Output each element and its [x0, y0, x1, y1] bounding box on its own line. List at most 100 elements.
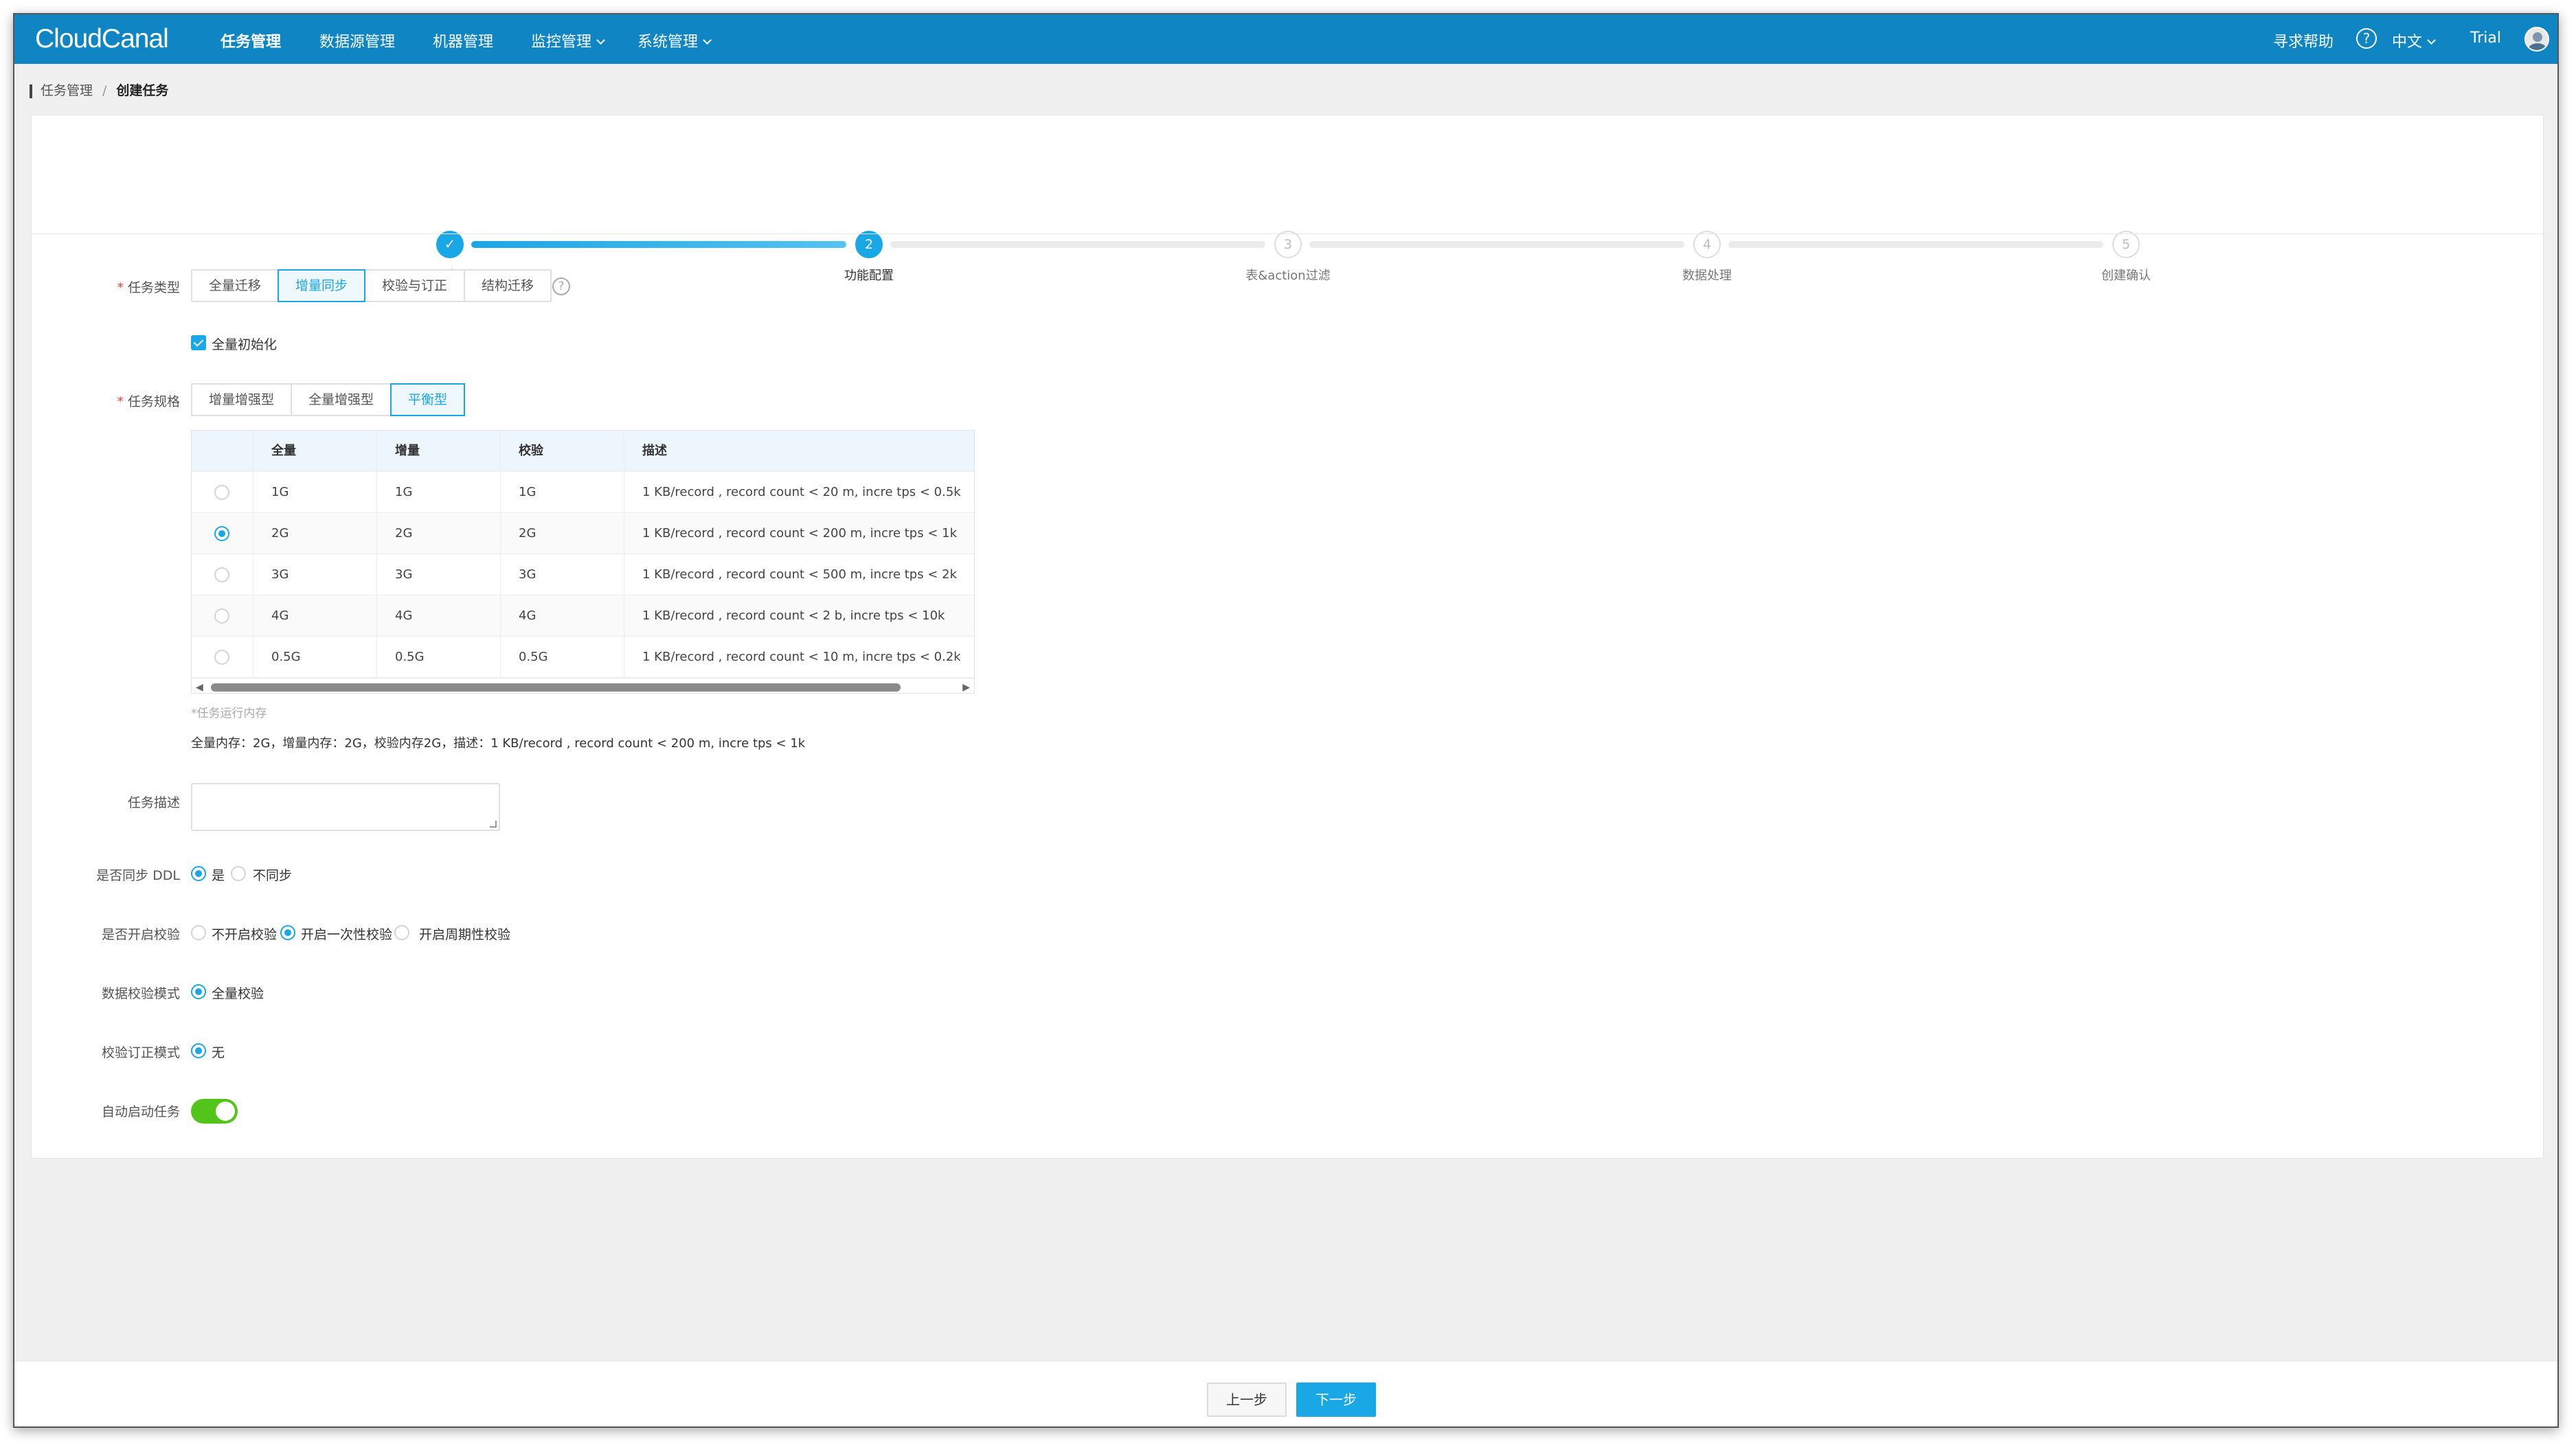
nav-item-monitor-management[interactable]: 监控管理: [531, 30, 605, 52]
question-circle-icon[interactable]: ?: [2356, 28, 2377, 49]
step-connector-3: [1309, 241, 1684, 248]
memory-hint: *任务运行内存: [191, 707, 267, 720]
task-type-option-incremental-sync[interactable]: 增量同步: [278, 269, 366, 302]
task-spec-option-balanced[interactable]: 平衡型: [390, 383, 466, 416]
cell-full: 3G: [253, 554, 377, 595]
table-row[interactable]: 2G 2G 2G 1 KB/record , record count < 20…: [192, 513, 974, 554]
table-row[interactable]: 4G 4G 4G 1 KB/record , record count < 2 …: [192, 595, 974, 637]
task-spec-option-incremental-enhanced[interactable]: 增量增强型: [191, 383, 293, 416]
nav-item-machine-management[interactable]: 机器管理: [433, 30, 493, 52]
revise-none-radio[interactable]: [191, 1043, 206, 1058]
task-spec-table: 全量 增量 校验 描述 1G 1G 1G 1 KB/record , recor…: [191, 430, 975, 694]
step-5-label: 创建确认: [2101, 269, 2151, 283]
full-init-checkbox[interactable]: [191, 335, 206, 350]
revise-none-label: 无: [212, 1045, 225, 1060]
sync-ddl-no-radio[interactable]: [231, 866, 246, 881]
breadcrumb-root[interactable]: 任务管理: [41, 83, 93, 98]
table-row[interactable]: 0.5G 0.5G 0.5G 1 KB/record , record coun…: [192, 637, 974, 678]
question-circle-icon[interactable]: ?: [552, 277, 570, 295]
task-type-label: * 任务类型: [117, 280, 180, 295]
cell-incremental: 1G: [377, 472, 501, 512]
row-radio[interactable]: [214, 650, 229, 665]
cell-description: 1 KB/record , record count < 200 m, incr…: [642, 526, 958, 541]
enable-check-label: 是否开启校验: [101, 927, 180, 942]
no-check-radio[interactable]: [191, 925, 206, 940]
step-3-label: 表&action过滤: [1245, 269, 1331, 283]
cell-full: 0.5G: [253, 637, 377, 677]
cell-check: 1G: [501, 472, 624, 512]
cell-incremental: 0.5G: [377, 637, 501, 677]
task-type-option-check-revise[interactable]: 校验与订正: [364, 269, 466, 302]
cell-full: 2G: [253, 513, 377, 554]
full-init-label: 全量初始化: [212, 337, 278, 352]
breadcrumb-separator: /: [102, 83, 107, 98]
column-header-full: 全量: [253, 431, 377, 471]
row-radio[interactable]: [214, 567, 229, 582]
task-type-option-schema-migration[interactable]: 结构迁移: [464, 269, 552, 302]
auto-start-toggle[interactable]: [191, 1099, 238, 1124]
top-nav-bar: CloudCanal 任务管理 数据源管理 机器管理 监控管理 系统管理 寻求帮…: [14, 14, 2557, 64]
step-3-indicator: 3: [1274, 231, 1302, 258]
sync-ddl-yes-radio[interactable]: [191, 866, 206, 881]
table-row[interactable]: 3G 3G 3G 1 KB/record , record count < 50…: [192, 554, 974, 595]
step-4-indicator: 4: [1693, 231, 1721, 258]
table-horizontal-scrollbar[interactable]: ◀ ▶: [192, 678, 974, 693]
create-task-card: ✓ 2 3 4 5 源&目标设置 功能配置 表&action过滤 数据处理 创建…: [31, 115, 2544, 1159]
resize-grip-icon[interactable]: [490, 821, 497, 828]
full-check-option-label: 全量校验: [212, 986, 264, 1001]
app-window: CloudCanal 任务管理 数据源管理 机器管理 监控管理 系统管理 寻求帮…: [13, 13, 2559, 1428]
step-connector-2: [890, 241, 1265, 248]
spec-summary: 全量内存：2G，增量内存：2G，校验内存2G，描述：1 KB/record , …: [191, 736, 806, 751]
cell-check: 2G: [501, 513, 624, 554]
one-time-check-radio[interactable]: [280, 925, 295, 940]
previous-step-button[interactable]: 上一步: [1207, 1383, 1287, 1417]
scroll-left-arrow-icon[interactable]: ◀: [196, 682, 203, 693]
step-2-indicator: 2: [855, 231, 883, 258]
no-check-label: 不开启校验: [212, 927, 278, 942]
user-name[interactable]: Trial: [2470, 30, 2501, 47]
breadcrumb-current: 创建任务: [116, 83, 169, 98]
cell-description: 1 KB/record , record count < 20 m, incre…: [642, 485, 961, 499]
task-type-option-full-migration[interactable]: 全量迁移: [191, 269, 280, 302]
scroll-right-arrow-icon[interactable]: ▶: [962, 682, 970, 693]
nav-item-task-management[interactable]: 任务管理: [221, 30, 281, 52]
scrollbar-thumb[interactable]: [211, 683, 901, 692]
nav-item-system-management[interactable]: 系统管理: [637, 30, 712, 52]
row-radio[interactable]: [214, 608, 229, 624]
full-check-radio[interactable]: [191, 984, 206, 999]
sync-ddl-yes-label: 是: [212, 868, 225, 883]
step-connector-4: [1728, 241, 2103, 248]
breadcrumb-marker: [30, 84, 32, 98]
periodic-check-radio[interactable]: [394, 925, 409, 940]
chevron-down-icon: [596, 36, 605, 45]
one-time-check-label: 开启一次性校验: [301, 927, 393, 942]
sync-ddl-label: 是否同步 DDL: [96, 868, 180, 883]
language-selector[interactable]: 中文: [2392, 30, 2436, 52]
task-desc-label: 任务描述: [127, 795, 180, 810]
app-logo[interactable]: CloudCanal: [35, 24, 169, 54]
table-header-row: 全量 增量 校验 描述: [192, 431, 974, 472]
cell-incremental: 2G: [377, 513, 501, 554]
cell-check: 3G: [501, 554, 624, 595]
row-radio[interactable]: [214, 485, 229, 500]
task-spec-selector: 增量增强型 全量增强型 平衡型: [191, 383, 466, 416]
task-spec-option-full-enhanced[interactable]: 全量增强型: [291, 383, 392, 416]
task-spec-label: * 任务规格: [117, 394, 180, 409]
periodic-check-label: 开启周期性校验: [419, 927, 511, 942]
avatar[interactable]: [2524, 27, 2549, 52]
sync-ddl-no-label: 不同步: [253, 868, 293, 883]
nav-item-datasource-management[interactable]: 数据源管理: [319, 30, 395, 52]
help-link[interactable]: 寻求帮助: [2273, 30, 2334, 52]
task-type-selector: 全量迁移 增量同步 校验与订正 结构迁移: [191, 269, 552, 302]
chevron-down-icon: [2427, 36, 2436, 45]
cell-description: 1 KB/record , record count < 2 b, incre …: [642, 608, 945, 623]
check-mode-label: 数据校验模式: [101, 986, 180, 1001]
row-radio[interactable]: [214, 526, 229, 541]
column-header-description: 描述: [642, 444, 667, 458]
column-header-incremental: 增量: [377, 431, 501, 471]
next-step-button[interactable]: 下一步: [1296, 1383, 1376, 1417]
table-row[interactable]: 1G 1G 1G 1 KB/record , record count < 20…: [192, 472, 974, 513]
step-5-indicator: 5: [2112, 231, 2140, 258]
cell-check: 0.5G: [501, 637, 624, 677]
task-desc-textarea[interactable]: [191, 783, 500, 831]
